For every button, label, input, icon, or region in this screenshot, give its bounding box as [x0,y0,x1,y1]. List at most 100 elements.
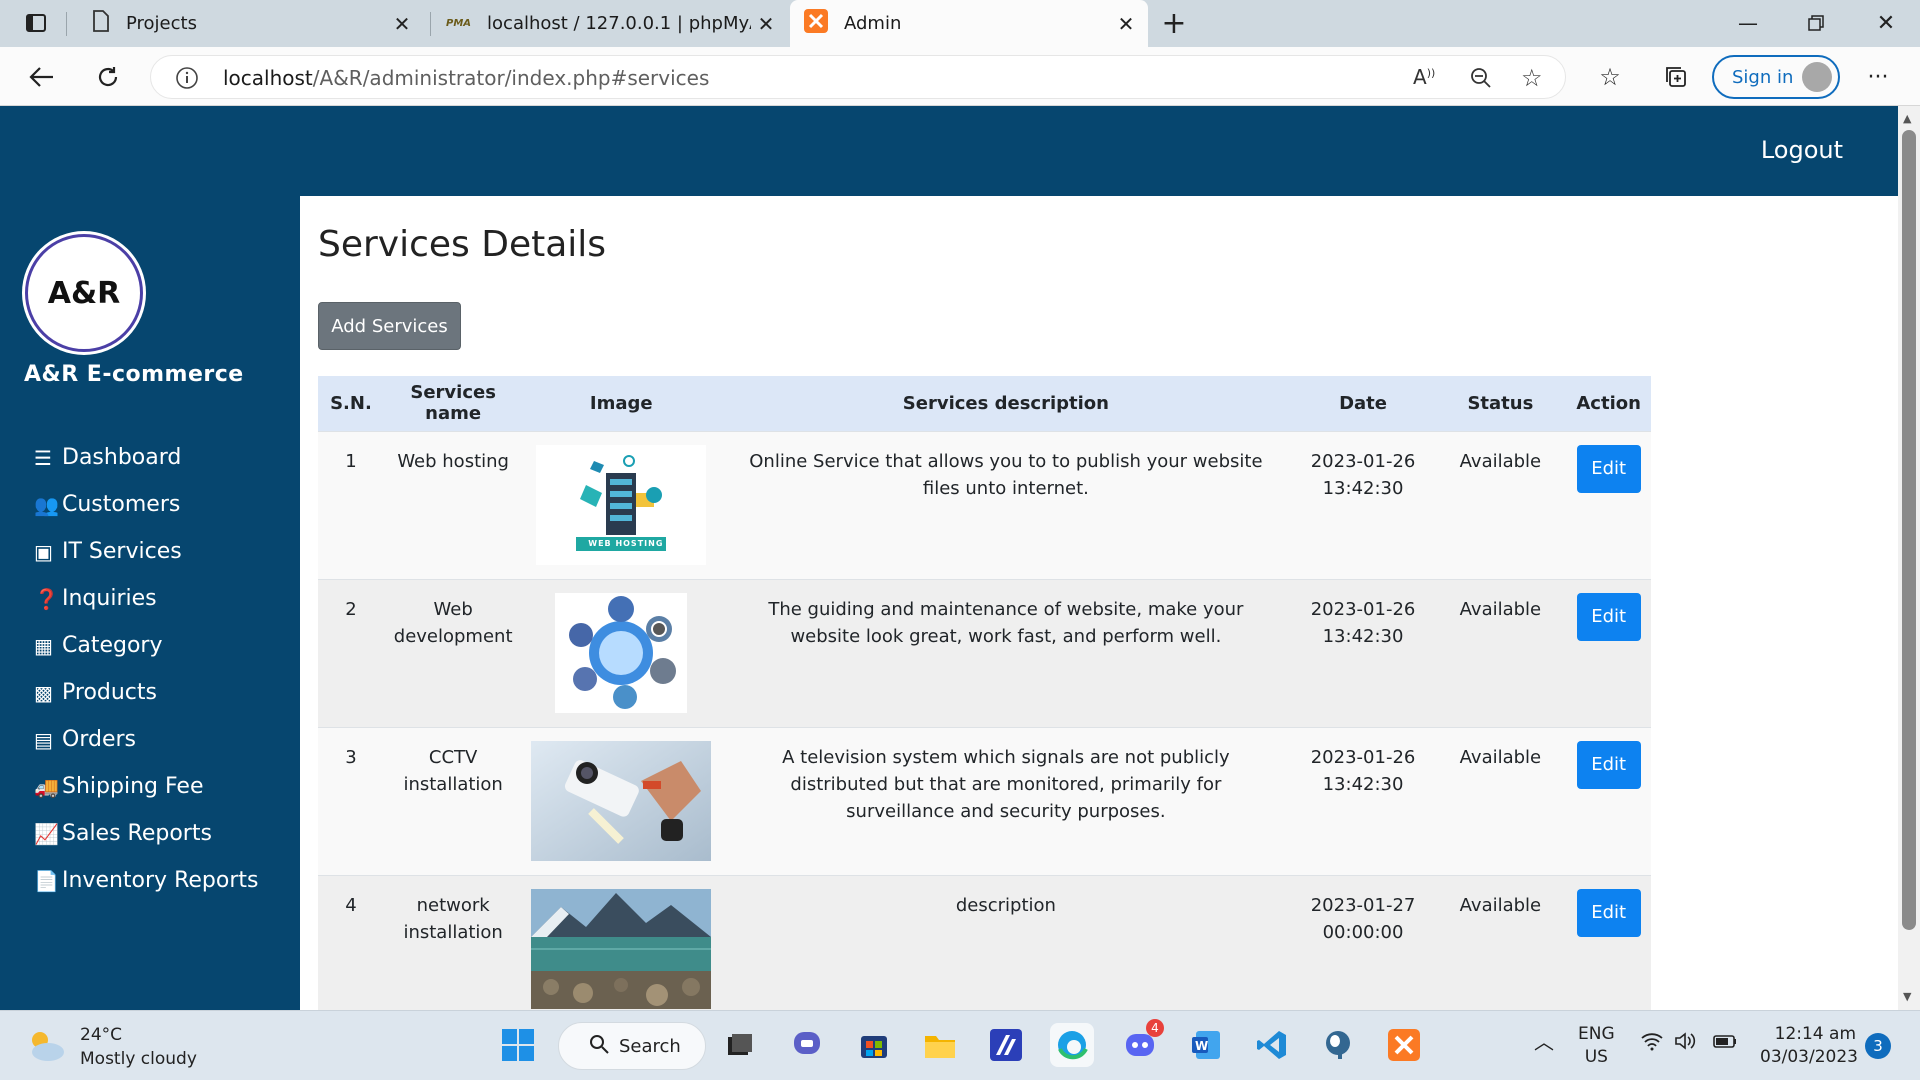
sidebar-menu: ☰ Dashboard 👥 Customers ▣ IT Services ❓ Inqu… [34,434,258,904]
cloud-icon [26,1028,66,1066]
sidebar-item-inquiries[interactable]: ❓ Inquiries [34,575,258,622]
truck-icon: 🚚 [34,774,59,799]
scroll-down-icon[interactable]: ▼ [1903,990,1911,1003]
table-row: 4 network installation description 2023-… [318,874,1651,1010]
sign-in-button[interactable]: Sign in [1712,55,1840,99]
taskbar: 24°C Mostly cloudy Search 4 W ︿ ENG US 1… [0,1010,1920,1080]
more-options-icon[interactable]: ··· [1862,61,1894,93]
back-icon[interactable] [26,61,58,93]
favorites-icon[interactable]: ☆ [1594,61,1626,93]
close-icon[interactable]: ✕ [390,12,414,36]
postgresql-icon[interactable] [1316,1023,1360,1067]
collections-icon[interactable] [1660,61,1692,93]
new-tab-icon[interactable]: + [1158,6,1190,41]
window-close-icon[interactable]: ✕ [1870,7,1902,39]
edit-button[interactable]: Edit [1576,444,1641,493]
tab-phpmyadmin[interactable]: PMA localhost / 127.0.0.1 | phpMyAdn ✕ [436,0,788,47]
tab-admin[interactable]: Admin ✕ [790,0,1148,47]
discord-badge: 4 [1146,1019,1164,1037]
sidebar-item-products[interactable]: ▩ Products [34,669,258,716]
url-path: /A&R/administrator/index.php#services [312,66,710,90]
discord-icon[interactable]: 4 [1118,1019,1164,1067]
url-text: localhost/A&R/administrator/index.php#se… [223,66,709,90]
sidebar-item-orders[interactable]: ▤ Orders [34,716,258,763]
restore-icon[interactable] [1800,7,1832,39]
logo-text: A&R [47,275,121,311]
file-explorer-icon[interactable] [918,1023,962,1067]
search-icon [589,1034,609,1059]
sidebar-item-category[interactable]: ▦ Category [34,622,258,669]
clock-time: 12:14 am [1774,1024,1856,1044]
sidebar-item-label: Orders [62,727,136,752]
tab-projects[interactable]: Projects ✕ [72,0,424,47]
sidebar-item-label: IT Services [62,539,182,564]
cell-date: 2023-01-26 13:42:30 [1291,430,1435,579]
brand-name: A&R E-commerce [24,362,244,387]
logo: A&R [25,234,143,352]
app-icon[interactable] [984,1023,1028,1067]
cell-image [522,578,721,727]
region-code: US [1584,1047,1608,1067]
sidebar-item-shipping-fee[interactable]: 🚚 Shipping Fee [34,763,258,810]
show-hidden-icons[interactable]: ︿ [1534,1031,1554,1054]
wifi-icon[interactable] [1640,1031,1664,1058]
clock[interactable]: 12:14 am 03/03/2023 [1760,1023,1858,1069]
vscode-icon[interactable] [1250,1023,1294,1067]
sidebar-item-it-services[interactable]: ▣ IT Services [34,528,258,575]
battery-icon[interactable] [1712,1031,1738,1058]
browser-tab-bar: Projects ✕ PMA localhost / 127.0.0.1 | p… [0,0,1920,47]
task-view-icon[interactable] [718,1023,762,1067]
word-icon[interactable]: W [1184,1023,1228,1067]
logout-link[interactable]: Logout [1761,136,1843,164]
scrollbar-thumb[interactable] [1902,130,1916,930]
xampp-icon[interactable] [1382,1023,1426,1067]
notification-badge[interactable]: 3 [1865,1033,1891,1059]
refresh-icon[interactable] [92,61,124,93]
volume-icon[interactable] [1674,1031,1698,1058]
edit-button[interactable]: Edit [1576,888,1641,937]
tab-separator [430,12,431,36]
cell-name: Web development [383,578,523,727]
cell-name: network installation [383,874,523,1010]
language-indicator[interactable]: ENG US [1578,1023,1615,1069]
weather-temp: 24°C [80,1025,123,1045]
column-header: Services description [720,376,1292,431]
sidebar-item-inventory-reports[interactable]: 📄 Inventory Reports [34,857,258,904]
cctv-image [531,740,712,861]
add-services-button[interactable]: Add Services [318,302,461,350]
read-aloud-icon[interactable]: A)) [1413,65,1435,89]
add-favorite-icon[interactable]: ☆ [1521,64,1543,92]
sidebar-item-sales-reports[interactable]: 📈 Sales Reports [34,810,258,857]
sidebar-item-dashboard[interactable]: ☰ Dashboard [34,434,258,481]
date-value: 2023-01-26 [1310,598,1416,620]
sidebar-item-customers[interactable]: 👥 Customers [34,481,258,528]
info-icon[interactable] [175,66,199,94]
minimize-icon[interactable]: — [1732,7,1764,39]
close-icon[interactable]: ✕ [1114,12,1138,36]
lang-code: ENG [1578,1024,1615,1044]
sidebar-item-label: Products [62,680,157,705]
weather-widget[interactable]: 24°C Mostly cloudy [26,1023,197,1071]
teams-chat-icon[interactable] [786,1023,830,1067]
cell-sn: 4 [318,874,384,1010]
tab-actions-icon[interactable] [20,7,52,39]
cell-image [522,874,721,1010]
cell-status: Available [1434,726,1567,875]
microsoft-store-icon[interactable] [852,1023,896,1067]
url-field[interactable]: localhost/A&R/administrator/index.php#se… [150,55,1566,99]
taskbar-search[interactable]: Search [558,1022,706,1070]
zoom-icon[interactable] [1469,66,1493,94]
vertical-scrollbar[interactable]: ▲ ▼ [1898,106,1920,1010]
scroll-up-icon[interactable]: ▲ [1903,112,1911,125]
close-icon[interactable]: ✕ [754,12,778,36]
edit-button[interactable]: Edit [1576,592,1641,641]
edit-button[interactable]: Edit [1576,740,1641,789]
time-value: 13:42:30 [1322,773,1404,795]
edge-browser-icon[interactable] [1050,1023,1094,1067]
bars-icon: ☰ [34,445,52,470]
sidebar-item-label: Inquiries [62,586,157,611]
chart-icon: 📈 [34,821,59,846]
sidebar-item-label: Sales Reports [62,821,212,846]
windows-start-icon[interactable] [496,1023,540,1067]
weather-desc: Mostly cloudy [80,1049,197,1069]
